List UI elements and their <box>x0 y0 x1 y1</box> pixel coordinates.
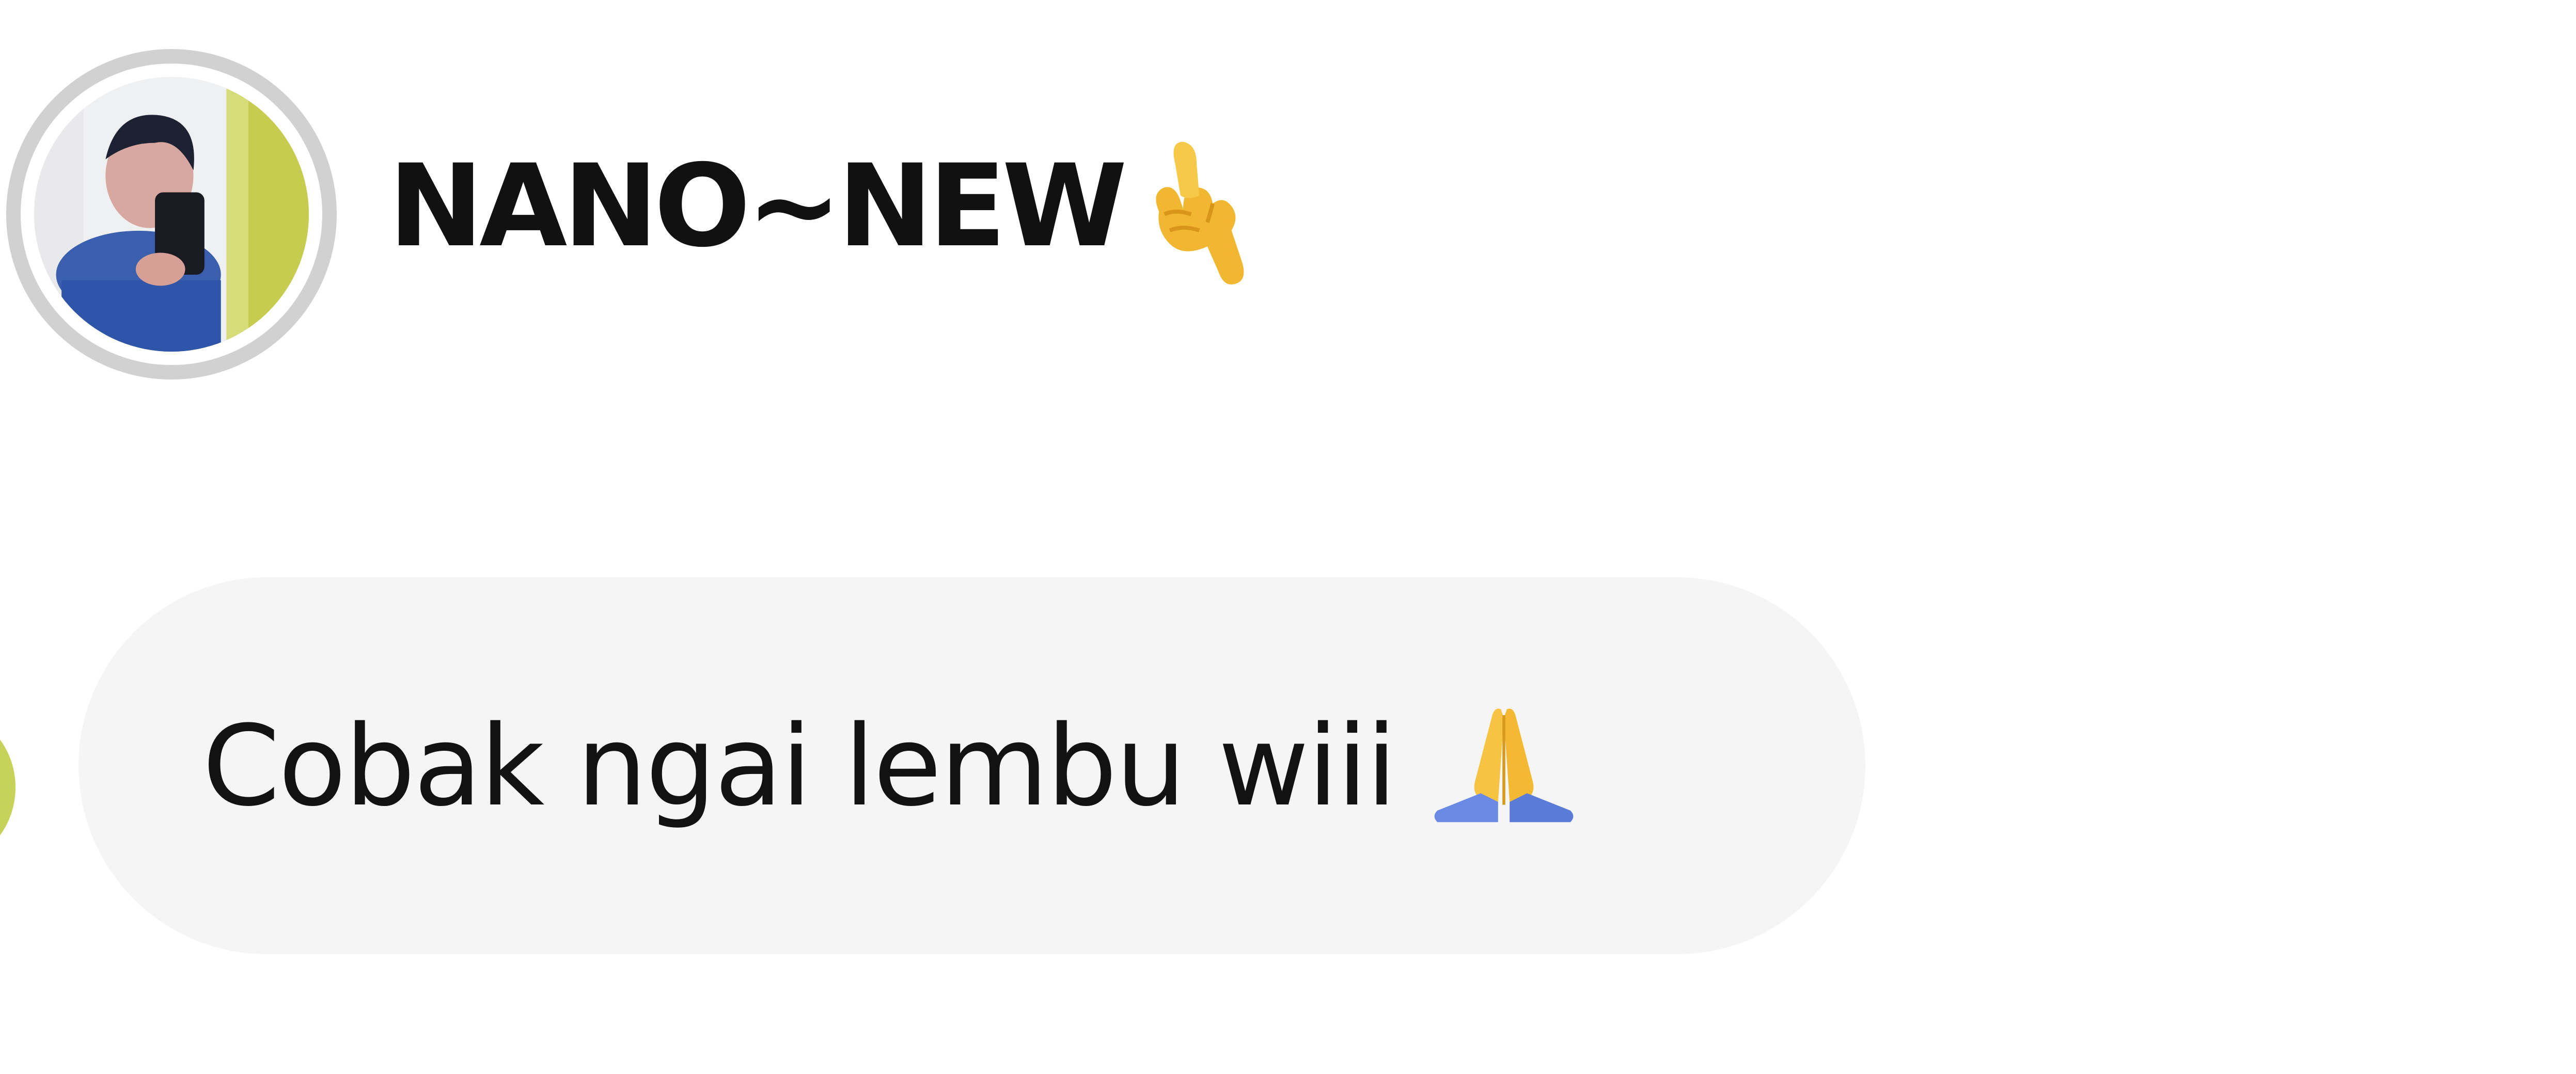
sender-name-text: NANO~NEW <box>388 140 1127 273</box>
message-bubble[interactable]: Cobak ngai lembu wiii <box>78 577 1865 954</box>
call-me-hand-icon <box>1129 132 1264 297</box>
sender-name[interactable]: NANO~NEW <box>388 132 1264 297</box>
folded-hands-icon <box>1432 699 1576 833</box>
avatar-photo <box>34 77 309 352</box>
chat-header: NANO~NEW <box>6 44 1264 385</box>
sender-avatar[interactable] <box>6 49 337 380</box>
message-text: Cobak ngai lembu wiii <box>202 701 1397 831</box>
partial-avatar <box>0 713 15 862</box>
